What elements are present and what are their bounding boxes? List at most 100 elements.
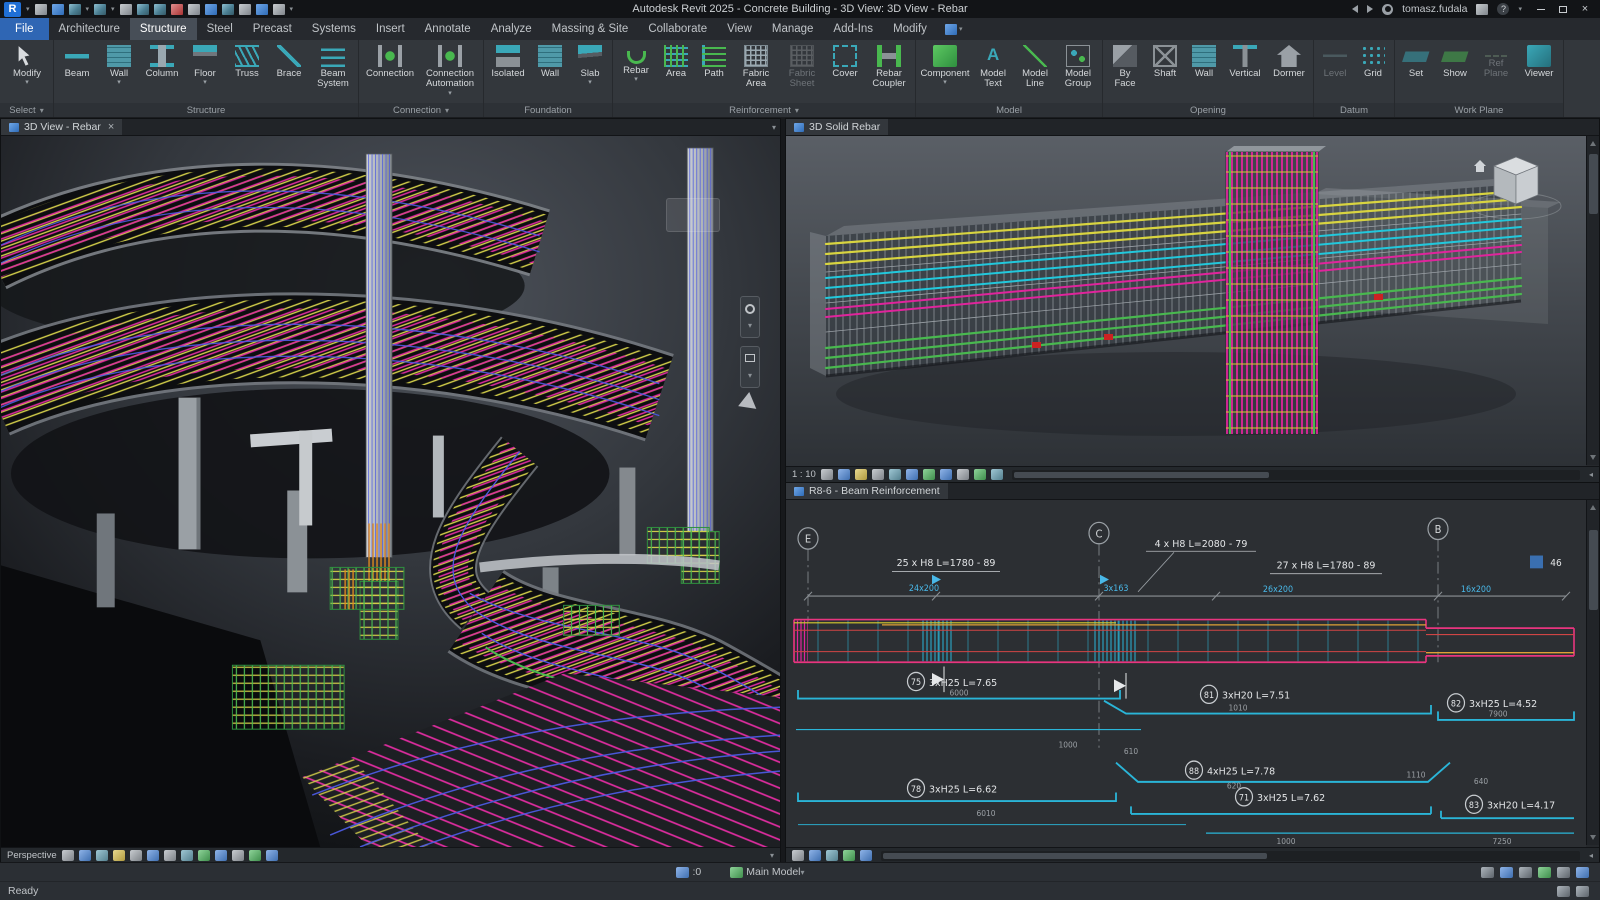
background-processes-icon[interactable]: [1557, 886, 1570, 897]
spacing-label-3[interactable]: 26x200: [1263, 584, 1293, 594]
callout-83-text[interactable]: 3xH20 L=4.17: [1487, 800, 1555, 811]
forward-arrow-icon[interactable]: [1367, 5, 1373, 13]
dormer-opening-button[interactable]: Dormer: [1267, 41, 1311, 102]
close-inactive-icon[interactable]: [273, 4, 285, 15]
minimize-button[interactable]: [1531, 1, 1551, 17]
spacing-label-1[interactable]: 24x200: [909, 582, 939, 592]
analytical-model-icon[interactable]: [974, 469, 986, 480]
back-arrow-icon[interactable]: [1352, 5, 1358, 13]
scroll-left-icon[interactable]: ◂: [1589, 470, 1593, 479]
set-work-plane-button[interactable]: Set: [1397, 41, 1435, 102]
rebar-coupler-button[interactable]: Rebar Coupler: [865, 41, 913, 102]
sun-path-icon[interactable]: [113, 850, 125, 861]
component-button[interactable]: Component: [918, 41, 972, 102]
wall-button[interactable]: Wall: [98, 41, 140, 102]
tab-systems[interactable]: Systems: [302, 18, 366, 40]
tab-massing-site[interactable]: Massing & Site: [542, 18, 639, 40]
spiral-ramp-3d-model[interactable]: [1, 136, 780, 847]
tab-structure[interactable]: Structure: [130, 18, 197, 40]
aligned-dimension-icon[interactable]: [154, 4, 166, 15]
measure-icon[interactable]: [137, 4, 149, 15]
redo-icon[interactable]: [94, 4, 106, 15]
steering-wheel-button[interactable]: ▾: [740, 296, 760, 338]
panel-label-connection[interactable]: Connection: [359, 103, 483, 117]
rebar-cover-button[interactable]: Cover: [825, 41, 865, 102]
tab-annotate[interactable]: Annotate: [415, 18, 481, 40]
ribbon-cloud-icon[interactable]: [945, 24, 957, 35]
app-menu-caret-icon[interactable]: ▾: [26, 5, 30, 13]
close-view-icon[interactable]: ×: [108, 121, 114, 133]
scale-label[interactable]: 1 : 10: [792, 469, 816, 480]
bottom-right-canvas[interactable]: E C B 25 x H8 L=1780 - 89: [786, 500, 1586, 847]
reveal-hidden-icon[interactable]: [215, 850, 227, 861]
truss-button[interactable]: Truss: [226, 41, 268, 102]
visual-style-icon[interactable]: [96, 850, 108, 861]
tab-modify[interactable]: Modify: [883, 18, 937, 40]
top-right-canvas[interactable]: [786, 136, 1586, 466]
grid-bubble-e[interactable]: E: [805, 533, 811, 545]
view-tab-menu-icon[interactable]: ▾: [772, 123, 776, 132]
tab-file[interactable]: File: [0, 18, 49, 40]
scale-icon[interactable]: [792, 850, 804, 861]
tab-collaborate[interactable]: Collaborate: [638, 18, 717, 40]
ribbon-options[interactable]: ▾: [937, 18, 971, 40]
vertical-opening-button[interactable]: Vertical: [1223, 41, 1267, 102]
fabric-area-button[interactable]: Fabric Area: [733, 41, 779, 102]
tab-insert[interactable]: Insert: [366, 18, 415, 40]
callout-88-text[interactable]: 4xH25 L=7.78: [1207, 766, 1275, 777]
grid-button[interactable]: Grid: [1354, 41, 1392, 102]
crop-view-icon[interactable]: [889, 469, 901, 480]
editable-only-icon[interactable]: [1481, 867, 1494, 878]
top-right-horizontal-scrollbar[interactable]: [1012, 470, 1580, 480]
visual-style-icon[interactable]: [826, 850, 838, 861]
ref-plane-button[interactable]: Ref Plane: [1475, 41, 1517, 102]
help-caret-icon[interactable]: ▾: [1518, 5, 1522, 13]
rebar-set-label-left[interactable]: 25 x H8 L=1780 - 89: [897, 558, 996, 569]
fabric-sheet-button[interactable]: Fabric Sheet: [779, 41, 825, 102]
select-toggle-icon[interactable]: [1576, 886, 1589, 897]
crop-view-icon[interactable]: [164, 850, 176, 861]
ribbon-options-caret-icon[interactable]: ▾: [959, 25, 963, 33]
callout-82-num[interactable]: 82: [1451, 698, 1461, 708]
qat-customize-caret-icon[interactable]: ▾: [290, 5, 294, 13]
shaft-opening-button[interactable]: Shaft: [1145, 41, 1185, 102]
constraints-icon[interactable]: [991, 469, 1003, 480]
tab-architecture[interactable]: Architecture: [49, 18, 130, 40]
sun-path-icon[interactable]: [855, 469, 867, 480]
pan-zoom-button[interactable]: ▾: [740, 346, 760, 388]
open-icon[interactable]: [35, 4, 47, 15]
grid-bubble-c[interactable]: C: [1096, 528, 1103, 540]
app-store-icon[interactable]: [1476, 4, 1488, 15]
switch-windows-icon[interactable]: [256, 4, 268, 15]
wall-opening-button[interactable]: Wall: [1185, 41, 1223, 102]
exclude-options-icon[interactable]: [1519, 867, 1532, 878]
design-options-caret-icon[interactable]: ▾: [801, 868, 805, 877]
rebar-button[interactable]: Rebar: [615, 41, 657, 102]
left-canvas[interactable]: ▾ ▾: [1, 136, 780, 847]
tab-steel[interactable]: Steel: [197, 18, 243, 40]
beam-reinforcement-drawing[interactable]: E C B 25 x H8 L=1780 - 89: [786, 500, 1586, 847]
display-label[interactable]: :0: [692, 866, 701, 878]
tab-view[interactable]: View: [717, 18, 762, 40]
isolated-foundation-button[interactable]: Isolated: [486, 41, 530, 102]
scale-icon[interactable]: [62, 850, 74, 861]
crop-region-icon[interactable]: [181, 850, 193, 861]
help-icon[interactable]: ?: [1497, 3, 1509, 15]
tab-precast[interactable]: Precast: [243, 18, 302, 40]
connection-button[interactable]: Connection: [361, 41, 419, 102]
temporary-view-properties-icon[interactable]: [232, 850, 244, 861]
temporary-view-properties-icon[interactable]: [957, 469, 969, 480]
shadows-icon[interactable]: [872, 469, 884, 480]
press-drag-icon[interactable]: [1538, 867, 1551, 878]
rebar-set-label-right[interactable]: 27 x H8 L=1780 - 89: [1277, 560, 1376, 571]
reveal-hidden-icon[interactable]: [940, 469, 952, 480]
floor-button[interactable]: Floor: [184, 41, 226, 102]
panel-label-reinforcement[interactable]: Reinforcement: [613, 103, 915, 117]
callout-81-text[interactable]: 3xH20 L=7.51: [1222, 690, 1290, 701]
detail-level-icon[interactable]: [79, 850, 91, 861]
temporary-hide-icon[interactable]: [198, 850, 210, 861]
model-line-button[interactable]: Model Line: [1014, 41, 1056, 102]
callout-78-text[interactable]: 3xH25 L=6.62: [929, 784, 997, 795]
brace-button[interactable]: Brace: [268, 41, 310, 102]
revit-logo[interactable]: R: [4, 2, 21, 17]
